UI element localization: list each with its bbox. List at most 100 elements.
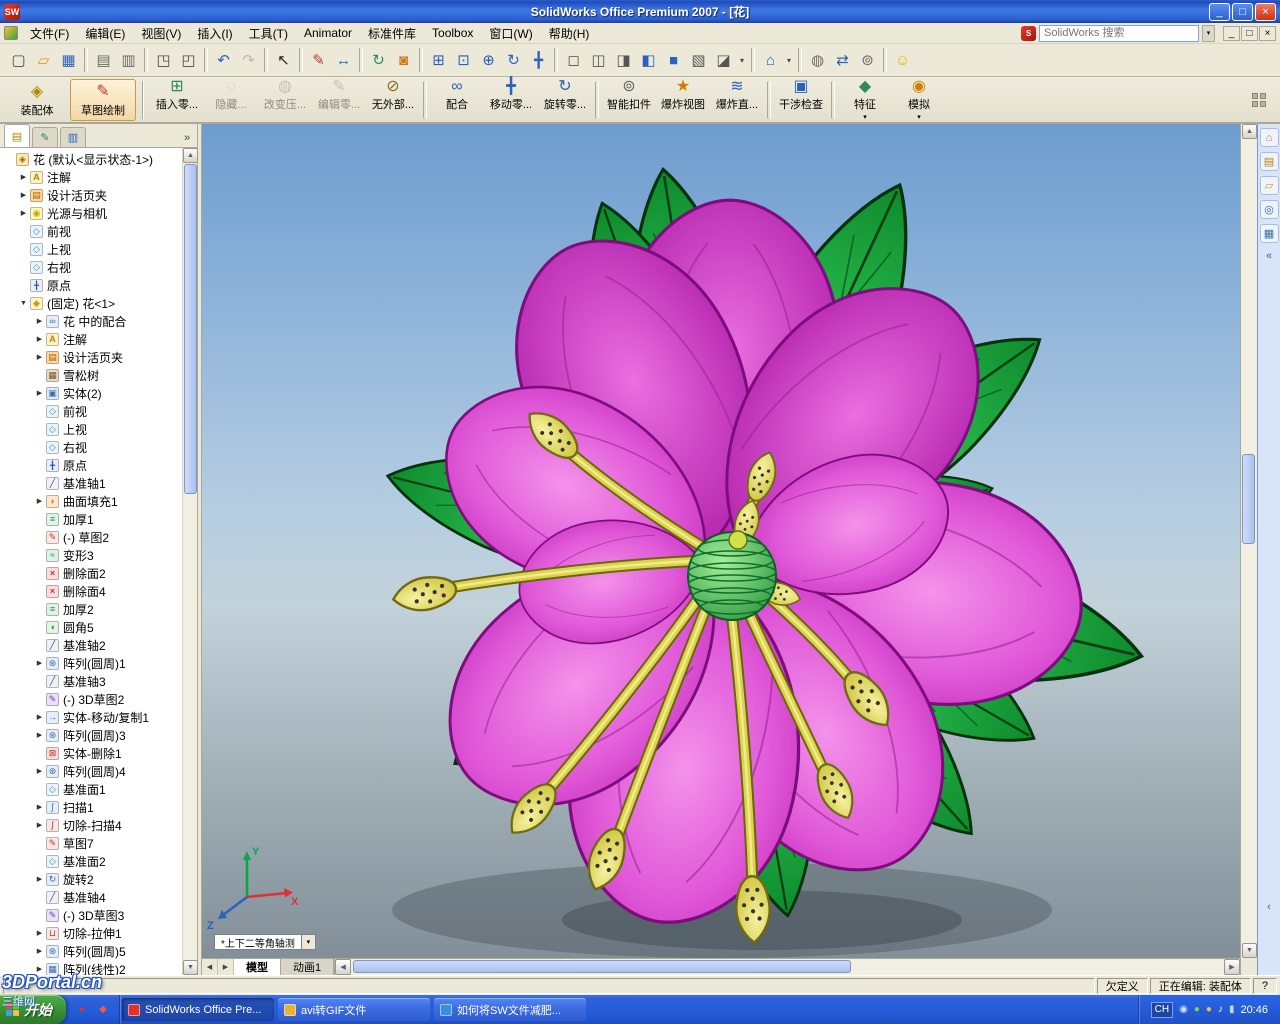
open-document-icon[interactable]: ▱	[31, 48, 56, 73]
menu-item[interactable]: 文件(F)	[22, 23, 77, 44]
tree-item[interactable]: 阵列(线性)2	[0, 960, 182, 975]
menu-item[interactable]: 视图(V)	[133, 23, 189, 44]
standard-views-icon[interactable]: ⌂	[758, 48, 783, 73]
menu-item[interactable]: 帮助(H)	[541, 23, 598, 44]
exploded-view-button[interactable]: ★ 爆炸视图	[656, 78, 710, 121]
assembly-tab[interactable]: ◈ 装配体	[4, 79, 70, 121]
commandmanager-options-icon[interactable]	[1252, 92, 1266, 107]
vscrollbar-thumb[interactable]	[1242, 454, 1255, 544]
move-component-tool-icon[interactable]: ⇄	[830, 48, 855, 73]
pan-icon[interactable]: ╋	[526, 48, 551, 73]
mate-button[interactable]: ∞ 配合	[430, 78, 484, 121]
menu-item[interactable]: 插入(I)	[189, 23, 240, 44]
tree-item[interactable]: 旋转2	[0, 870, 182, 888]
menu-item[interactable]: 编辑(E)	[77, 23, 133, 44]
interference-detection-button[interactable]: ▣ 干涉检查	[774, 78, 828, 121]
expand-arrow-icon[interactable]	[34, 929, 45, 937]
scroll-down-icon[interactable]	[1242, 943, 1257, 958]
tree-item[interactable]: 基准轴4	[0, 888, 182, 906]
tree-item[interactable]: 圆角5	[0, 618, 182, 636]
menu-item[interactable]: 工具(T)	[241, 23, 296, 44]
tree-item[interactable]: 花 中的配合	[0, 312, 182, 330]
propertymanager-tab[interactable]: ✎	[32, 127, 58, 147]
wireframe-icon[interactable]: ◻	[561, 48, 586, 73]
zoom-in-out-icon[interactable]: ⊕	[476, 48, 501, 73]
realview-graphics-icon[interactable]: ☺	[890, 48, 915, 73]
make-assembly-from-part-icon[interactable]: ▥	[116, 48, 141, 73]
tree-item[interactable]: 切除-扫描4	[0, 816, 182, 834]
tray-antivirus-icon[interactable]: ●	[1194, 1004, 1200, 1015]
expand-arrow-icon[interactable]	[34, 497, 45, 505]
tree-item[interactable]: 右视	[0, 438, 182, 456]
close-button[interactable]: ×	[1255, 2, 1276, 21]
scrollbar-thumb[interactable]	[184, 164, 197, 494]
scroll-down-icon[interactable]	[183, 960, 198, 975]
child-minimize-button[interactable]: _	[1223, 25, 1240, 41]
expand-arrow-icon[interactable]	[34, 317, 45, 325]
tree-item[interactable]: 上视	[0, 420, 182, 438]
expand-arrow-icon[interactable]	[34, 947, 45, 955]
expand-arrow-icon[interactable]	[18, 173, 29, 181]
collapse-chevron-icon[interactable]	[1260, 248, 1279, 264]
tree-item[interactable]: 实体(2)	[0, 384, 182, 402]
tray-network-icon[interactable]: ▮	[1229, 1004, 1235, 1015]
language-indicator[interactable]: CH	[1150, 1001, 1174, 1018]
tree-item[interactable]: 雪松树	[0, 366, 182, 384]
scroll-up-icon[interactable]	[183, 148, 198, 163]
menu-item[interactable]: Animator	[296, 24, 360, 42]
shaded-with-edges-icon[interactable]: ◧	[636, 48, 661, 73]
expand-arrow-icon[interactable]	[34, 713, 45, 721]
zoom-to-fit-icon[interactable]: ⊞	[426, 48, 451, 73]
taskbar-task[interactable]: avi转GIF文件	[278, 998, 430, 1021]
expand-arrow-icon[interactable]	[34, 353, 45, 361]
no-external-references-button[interactable]: ⊘ 无外部...	[366, 78, 420, 121]
tree-item[interactable]: 注解	[0, 330, 182, 348]
tree-item[interactable]: 原点	[0, 456, 182, 474]
save-document-icon[interactable]: ▦	[56, 48, 81, 73]
tray-safety-icon[interactable]: ●	[1206, 1004, 1212, 1015]
smart-dimension-icon[interactable]: ↔	[331, 48, 356, 73]
start-button[interactable]: 开始	[0, 995, 66, 1024]
section-view-icon[interactable]: ◪	[711, 48, 736, 73]
tree-item[interactable]: 切除-拉伸1	[0, 924, 182, 942]
vertical-scrollbar[interactable]	[1240, 124, 1257, 958]
expand-arrow-icon[interactable]	[34, 659, 45, 667]
configurationmanager-tab[interactable]: ▥	[60, 127, 86, 147]
quick-help-button[interactable]: ?	[1252, 977, 1277, 994]
featuremanager-tab[interactable]: ▤	[4, 124, 30, 147]
expand-arrow-icon[interactable]	[34, 965, 45, 973]
undo-icon[interactable]: ↶	[211, 48, 236, 73]
tree-item[interactable]: 注解	[0, 168, 182, 186]
model-tab[interactable]: 模型	[234, 959, 281, 975]
expand-arrow-icon[interactable]	[18, 191, 29, 199]
solidworks-search-icon[interactable]: ◎	[1259, 200, 1279, 219]
tree-item[interactable]: 设计活页夹	[0, 186, 182, 204]
tree-item[interactable]: 实体-移动/复制1	[0, 708, 182, 726]
tree-item[interactable]: (-) 3D草图3	[0, 906, 182, 924]
new-document-icon[interactable]: ▢	[6, 48, 31, 73]
tray-app-icon[interactable]: ◉	[1179, 1004, 1188, 1015]
tree-item[interactable]: 基准轴3	[0, 672, 182, 690]
expand-arrow-icon[interactable]	[34, 731, 45, 739]
tree-item[interactable]: 基准轴1	[0, 474, 182, 492]
tree-item[interactable]: 原点	[0, 276, 182, 294]
redo-icon[interactable]: ↷	[236, 48, 261, 73]
quicklaunch-solidworks-icon[interactable]: ◆	[95, 1002, 111, 1018]
features-flyout-button[interactable]: ◆ 特征	[838, 78, 892, 121]
child-restore-button[interactable]: □	[1241, 25, 1258, 41]
shadows-in-shaded-mode-icon[interactable]: ▧	[686, 48, 711, 73]
panel-expand-icon[interactable]	[179, 129, 195, 147]
scroll-right-icon[interactable]	[1224, 959, 1240, 975]
tree-item[interactable]: 前视	[0, 402, 182, 420]
tree-item[interactable]: 删除面4	[0, 582, 182, 600]
tree-item[interactable]: 实体-删除1	[0, 744, 182, 762]
tree-item[interactable]: 阵列(圆周)5	[0, 942, 182, 960]
select-icon[interactable]: ↖	[271, 48, 296, 73]
tree-item[interactable]: 右视	[0, 258, 182, 276]
expand-arrow-icon[interactable]	[18, 209, 29, 217]
tree-item[interactable]: 草图7	[0, 834, 182, 852]
scroll-up-icon[interactable]	[1242, 124, 1257, 139]
expand-chevron-icon[interactable]	[1260, 899, 1279, 915]
menu-item[interactable]: Toolbox	[424, 24, 481, 42]
move-component-button[interactable]: ╋ 移动零...	[484, 78, 538, 121]
